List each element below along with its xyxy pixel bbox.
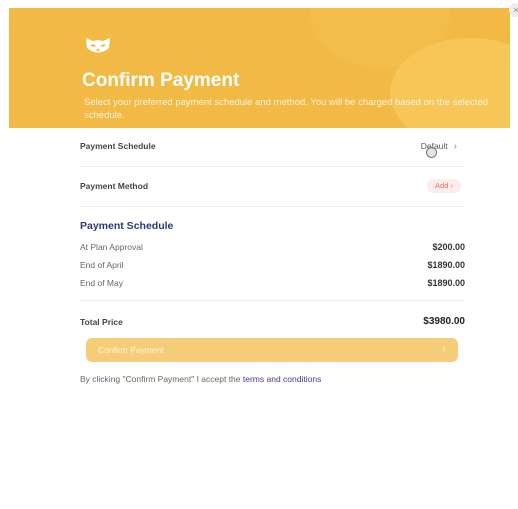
payment-schedule-row[interactable]: Payment Schedule Default › bbox=[80, 128, 465, 167]
total-label: Total Price bbox=[80, 317, 123, 327]
confirm-payment-label: Confirm Payment bbox=[98, 345, 164, 355]
schedule-item: At Plan Approval $200.00 bbox=[80, 242, 465, 256]
schedule-item-amount: $200.00 bbox=[432, 242, 465, 252]
schedule-item: End of May $1890.00 bbox=[80, 278, 465, 292]
total-value: $3980.00 bbox=[423, 316, 465, 327]
schedule-item-amount: $1890.00 bbox=[427, 278, 465, 288]
raccoon-logo-icon bbox=[86, 38, 110, 53]
schedule-item: End of April $1890.00 bbox=[80, 260, 465, 274]
mouse-cursor bbox=[426, 147, 437, 158]
schedule-title: Payment Schedule bbox=[80, 220, 174, 232]
chevron-right-icon: › bbox=[442, 343, 446, 355]
header: Confirm Payment Select your preferred pa… bbox=[9, 8, 510, 128]
payment-schedule-label: Payment Schedule bbox=[80, 141, 156, 151]
add-payment-method-button[interactable]: Add › bbox=[427, 179, 461, 193]
chevron-right-icon: › bbox=[453, 141, 457, 152]
page-title: Confirm Payment bbox=[82, 70, 240, 91]
schedule-item-label: End of May bbox=[80, 278, 123, 288]
terms-link[interactable]: terms and conditions bbox=[243, 374, 321, 384]
schedule-item-amount: $1890.00 bbox=[427, 260, 465, 270]
add-label: Add bbox=[435, 181, 449, 190]
divider bbox=[80, 300, 465, 301]
terms-prefix: By clicking "Confirm Payment" I accept t… bbox=[80, 374, 241, 384]
schedule-item-label: End of April bbox=[80, 260, 124, 270]
terms-text: By clicking "Confirm Payment" I accept t… bbox=[80, 374, 321, 384]
schedule-item-label: At Plan Approval bbox=[80, 242, 143, 252]
confirm-payment-button[interactable]: Confirm Payment › bbox=[86, 338, 458, 362]
payment-method-label: Payment Method bbox=[80, 181, 149, 191]
close-icon[interactable]: × bbox=[509, 3, 518, 17]
page-subtitle: Select your preferred payment schedule a… bbox=[84, 97, 489, 121]
chevron-right-icon: › bbox=[450, 181, 454, 190]
payment-method-row[interactable]: Payment Method Add › bbox=[80, 168, 465, 207]
